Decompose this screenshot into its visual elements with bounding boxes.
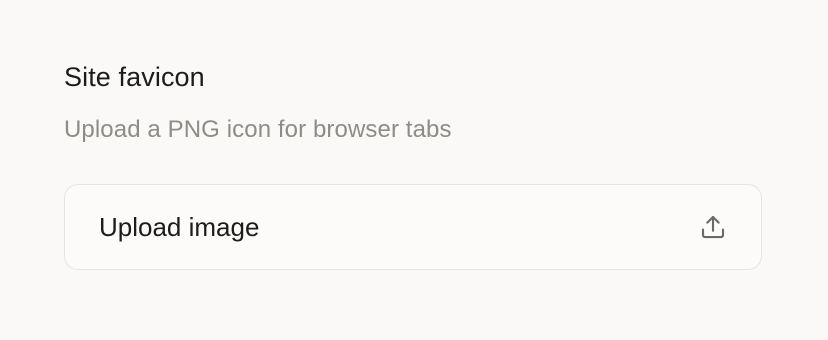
favicon-section: Site favicon Upload a PNG icon for brows… bbox=[64, 58, 764, 146]
section-description: Upload a PNG icon for browser tabs bbox=[64, 116, 452, 143]
upload-image-label: Upload image bbox=[99, 212, 260, 242]
section-title: Site favicon bbox=[64, 62, 205, 92]
upload-image-button[interactable]: Upload image bbox=[64, 184, 762, 270]
upload-icon bbox=[697, 211, 729, 243]
